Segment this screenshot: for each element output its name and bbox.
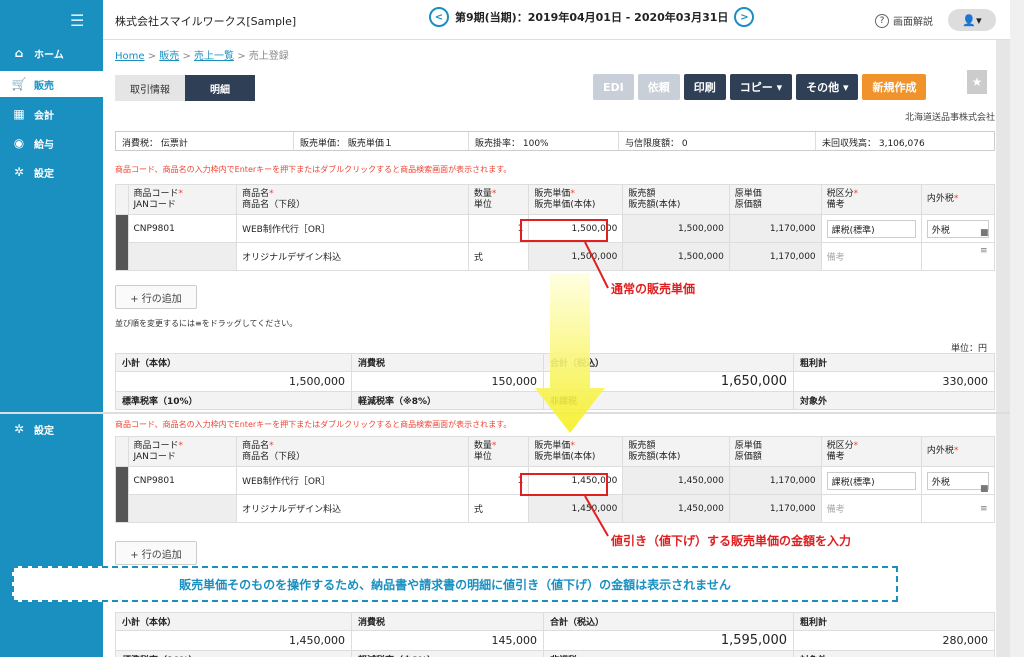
menu-icon[interactable]: ≡: [980, 246, 988, 256]
period-label: 第9期(当期)：2019年04月01日 - 2020年03月31日: [455, 11, 729, 24]
user-icon: 👤▾: [962, 13, 982, 27]
sidebar: ✲ 設定: [0, 414, 103, 657]
print-button[interactable]: 印刷: [683, 74, 726, 100]
sidebar-item-settings[interactable]: ✲ 設定: [0, 159, 103, 185]
annotation-normal-price: 通常の販売単価: [611, 282, 696, 296]
info-credit: 与信限度額： 0: [619, 132, 816, 150]
info-rate: 販売掛率： 100%: [469, 132, 619, 150]
cart-icon: 🛒: [11, 77, 27, 91]
info-tax: 消費税： 伝票計: [116, 132, 294, 150]
help-link[interactable]: ? 画面解説: [875, 13, 933, 28]
info-bar: 消費税： 伝票計 販売単価： 販売単価１ 販売掛率： 100% 与信限度額： 0…: [115, 131, 995, 151]
breadcrumb: Home > 販売 > 売上一覧 > 売上登録: [115, 51, 289, 62]
tax-category[interactable]: 課税(標準): [826, 219, 916, 238]
drag-handle[interactable]: [115, 466, 129, 523]
profit-value: 330,000: [793, 371, 995, 392]
product-code[interactable]: CNP9801: [127, 214, 238, 243]
subtotal-value: 1,450,000: [115, 630, 352, 651]
tax-category[interactable]: 課税(標準): [826, 471, 916, 490]
product-name[interactable]: WEB制作代行［OR］: [236, 466, 469, 495]
copy-button[interactable]: コピー ▾: [729, 74, 793, 100]
search-tip: 商品コード、商品名の入力枠内でEnterキーを押下またはダブルクリックすると商品…: [115, 165, 512, 174]
highlight-price-top: [520, 219, 608, 242]
recipient-name: 北海道送品事株式会社: [904, 113, 995, 123]
chevron-right-icon[interactable]: >: [734, 7, 755, 27]
cost-price[interactable]: 1,170,000: [728, 466, 822, 495]
menu-icon[interactable]: ≡: [980, 504, 988, 514]
user-menu[interactable]: 👤▾: [948, 9, 996, 31]
sidebar-item-settings[interactable]: ✲ 設定: [0, 416, 103, 442]
edi-button[interactable]: EDI: [593, 74, 634, 100]
cost-amount: 1,170,000: [728, 242, 822, 271]
drag-note: 並び順を変更するには≡をドラッグしてください。: [115, 319, 298, 328]
amount-body: 1,450,000: [622, 494, 730, 523]
other-button[interactable]: その他 ▾: [796, 74, 859, 100]
money-bag-icon: ◉: [13, 136, 25, 150]
bottom-screen: ✲ 設定 商品コード、商品名の入力枠内でEnterキーを押下またはダブルクリックす…: [0, 412, 1010, 657]
memo-field[interactable]: 備考: [820, 494, 922, 523]
product-name-sub[interactable]: オリジナルデザイン料込: [236, 494, 469, 523]
breadcrumb-current: 売上登録: [248, 51, 289, 62]
annotation-discount-price: 値引き（値下げ）する販売単価の金額を入力: [611, 534, 852, 548]
star-icon[interactable]: ★: [967, 70, 987, 94]
add-row-button[interactable]: + 行の追加: [115, 285, 197, 309]
total-value: 1,595,000: [543, 630, 794, 651]
info-price: 販売単価： 販売単価１: [294, 132, 469, 150]
home-icon: ⌂: [14, 46, 24, 60]
hamburger-icon[interactable]: ☰: [70, 11, 84, 30]
tab-detail[interactable]: 明細: [185, 75, 255, 101]
search-tip: 商品コード、商品名の入力枠内でEnterキーを押下またはダブルクリックすると商品…: [115, 420, 512, 429]
breadcrumb-sales[interactable]: 販売: [159, 51, 179, 62]
tax-value: 150,000: [351, 371, 544, 392]
product-name-sub[interactable]: オリジナルデザイン料込: [236, 242, 469, 271]
product-name[interactable]: WEB制作代行［OR］: [236, 214, 469, 243]
request-button[interactable]: 依頼: [637, 74, 680, 100]
breadcrumb-list[interactable]: 売上一覧: [194, 51, 234, 62]
memo-field[interactable]: 備考: [820, 242, 922, 271]
breadcrumb-home[interactable]: Home: [115, 51, 145, 62]
tab-deal-info[interactable]: 取引情報: [115, 75, 185, 101]
drag-handle[interactable]: [115, 214, 129, 271]
highlight-price-bottom: [520, 473, 608, 496]
amount: 1,500,000: [622, 214, 730, 243]
unit[interactable]: 式: [467, 494, 530, 523]
sidebar-item-salary[interactable]: ◉ 給与: [0, 130, 103, 156]
info-uncollected: 未回収残高： 3,106,076: [822, 139, 925, 149]
period-selector: < 第9期(当期)：2019年04月01日 - 2020年03月31日 >: [429, 7, 755, 27]
product-code[interactable]: CNP9801: [127, 466, 238, 495]
chevron-left-icon[interactable]: <: [429, 7, 449, 27]
unit[interactable]: 式: [467, 242, 530, 271]
sidebar-item-accounting[interactable]: ▦ 会計: [0, 101, 103, 127]
delete-row-icon[interactable]: ■: [980, 484, 989, 494]
jan-code[interactable]: [127, 242, 238, 271]
scrollbar[interactable]: [996, 40, 1010, 412]
cost-price[interactable]: 1,170,000: [728, 214, 822, 243]
info-banner: 販売単価そのものを操作するため、納品書や請求書の明細に値引き（値下げ）の金額は表…: [12, 566, 898, 602]
header: 株式会社スマイルワークス[Sample] < 第9期(当期)：2019年04月0…: [103, 0, 1010, 40]
table-row: オリジナルデザイン料込 式 1,450,000 1,450,000 1,170,…: [116, 494, 996, 523]
totals-table: 小計（本体） 消費税 合計（税込） 粗利計 1,450,000 145,000 1,595…: [115, 612, 995, 657]
add-row-button[interactable]: + 行の追加: [115, 541, 197, 565]
amount: 1,450,000: [622, 466, 730, 495]
gear-icon: ✲: [13, 422, 25, 436]
help-icon: ?: [875, 13, 889, 28]
jan-code[interactable]: [127, 494, 238, 523]
top-screen: ☰ ⌂ ホーム 🛒 販売 ▦ 会計 ◉ 給与 ✲ 設定 株式会社スマイルワークス[Samp…: [0, 0, 1010, 412]
amount-body: 1,500,000: [622, 242, 730, 271]
scrollbar[interactable]: [996, 414, 1010, 657]
gear-icon: ✲: [13, 165, 25, 179]
profit-value: 280,000: [793, 630, 995, 651]
sidebar: ☰ ⌂ ホーム 🛒 販売 ▦ 会計 ◉ 給与 ✲ 設定: [0, 0, 103, 412]
company-name: 株式会社スマイルワークス[Sample]: [115, 15, 297, 28]
delete-row-icon[interactable]: ■: [980, 228, 989, 238]
subtotal-value: 1,500,000: [115, 371, 352, 392]
calculator-icon: ▦: [13, 107, 25, 121]
tax-value: 145,000: [351, 630, 544, 651]
sidebar-item-home[interactable]: ⌂ ホーム: [0, 40, 103, 66]
sidebar-item-sales[interactable]: 🛒 販売: [0, 71, 103, 97]
new-button[interactable]: 新規作成: [862, 74, 927, 100]
table-row: オリジナルデザイン料込 式 1,500,000 1,500,000 1,170,…: [116, 242, 996, 271]
cost-amount: 1,170,000: [728, 494, 822, 523]
